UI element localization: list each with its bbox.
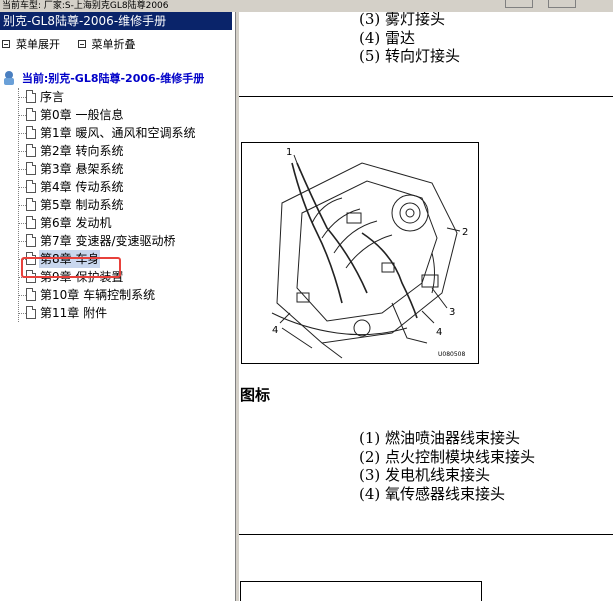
legend-item: (4) 氧传感器线束接头 [359,485,506,503]
window-top-bar: 当前车型: 厂家:S-上海别克GL8陆尊2006 [0,0,613,12]
engine-drawing: 1 2 3 4 4 U080508 [271,147,468,359]
book-user-icon [4,71,14,85]
legend-item: (3) 发电机线束接头 [359,466,491,484]
divider [239,534,613,535]
next-figure-frame [240,581,482,601]
tree-item-label[interactable]: 第4章 传动系统 [39,178,124,196]
manual-title-bar: 别克-GL8陆尊-2006-维修手册 [0,12,232,30]
expand-menu-link[interactable]: 菜单展开 [16,36,60,52]
document-icon [26,90,36,103]
tree-item-label[interactable]: 第1章 暖风、通风和空调系统 [39,124,196,142]
tree-root-label[interactable]: 当前:别克-GL8陆尊-2006-维修手册 [22,72,204,85]
legend-item: (1) 燃油喷油器线束接头 [359,429,521,447]
tree-item-label[interactable]: 第2章 转向系统 [39,142,124,160]
tree-item-label[interactable]: 第5章 制动系统 [39,196,124,214]
document-icon [26,288,36,301]
document-icon [26,108,36,121]
tree-root[interactable]: 当前:别克-GL8陆尊-2006-维修手册 [4,70,204,86]
document-icon [26,144,36,157]
callout-label: 4 [436,327,442,338]
diagram-code: U080508 [438,351,465,358]
toolbar-button[interactable] [548,0,576,8]
callout-label: 3 [449,307,455,318]
collapse-icon[interactable] [77,40,86,48]
section-heading: 图标 [240,386,271,404]
tree-item-label[interactable]: 第11章 附件 [39,304,108,322]
tree-item-label[interactable]: 第6章 发动机 [39,214,112,232]
document-icon [26,126,36,139]
vehicle-model-text: 当前车型: 厂家:S-上海别克GL8陆尊2006 [2,1,169,11]
tree-item-label[interactable]: 序言 [39,88,65,106]
tree-item-label[interactable]: 第7章 变速器/变速驱动桥 [39,232,177,250]
document-icon [26,216,36,229]
callout-label: 1 [286,147,292,158]
document-icon [26,234,36,247]
toolbar-button[interactable] [505,0,533,8]
divider [239,96,613,97]
collapse-menu-link[interactable]: 菜单折叠 [92,36,136,52]
list-item: (5) 转向灯接头 [359,47,461,65]
tree-item-label[interactable]: 第10章 车辆控制系统 [39,286,156,304]
menu-actions: 菜单展开 菜单折叠 [2,36,150,52]
navigation-panel: 别克-GL8陆尊-2006-维修手册 菜单展开 菜单折叠 当前:别克-GL8陆尊… [0,12,236,601]
callout-label: 4 [272,325,278,336]
selection-highlight-box [21,257,121,278]
document-icon [26,306,36,319]
engine-harness-diagram: 1 2 3 4 4 U080508 [241,142,479,364]
tree-item-label[interactable]: 第0章 一般信息 [39,106,124,124]
document-icon [26,198,36,211]
splitter[interactable] [236,12,239,601]
tree-item-label[interactable]: 第3章 悬架系统 [39,160,124,178]
content-panel: (3) 雾灯接头 (4) 雷达 (5) 转向灯接头 1 2 3 4 4 U080… [236,12,613,601]
document-icon [26,162,36,175]
document-icon [26,180,36,193]
callout-label: 2 [462,227,468,238]
expand-icon[interactable] [2,40,10,48]
